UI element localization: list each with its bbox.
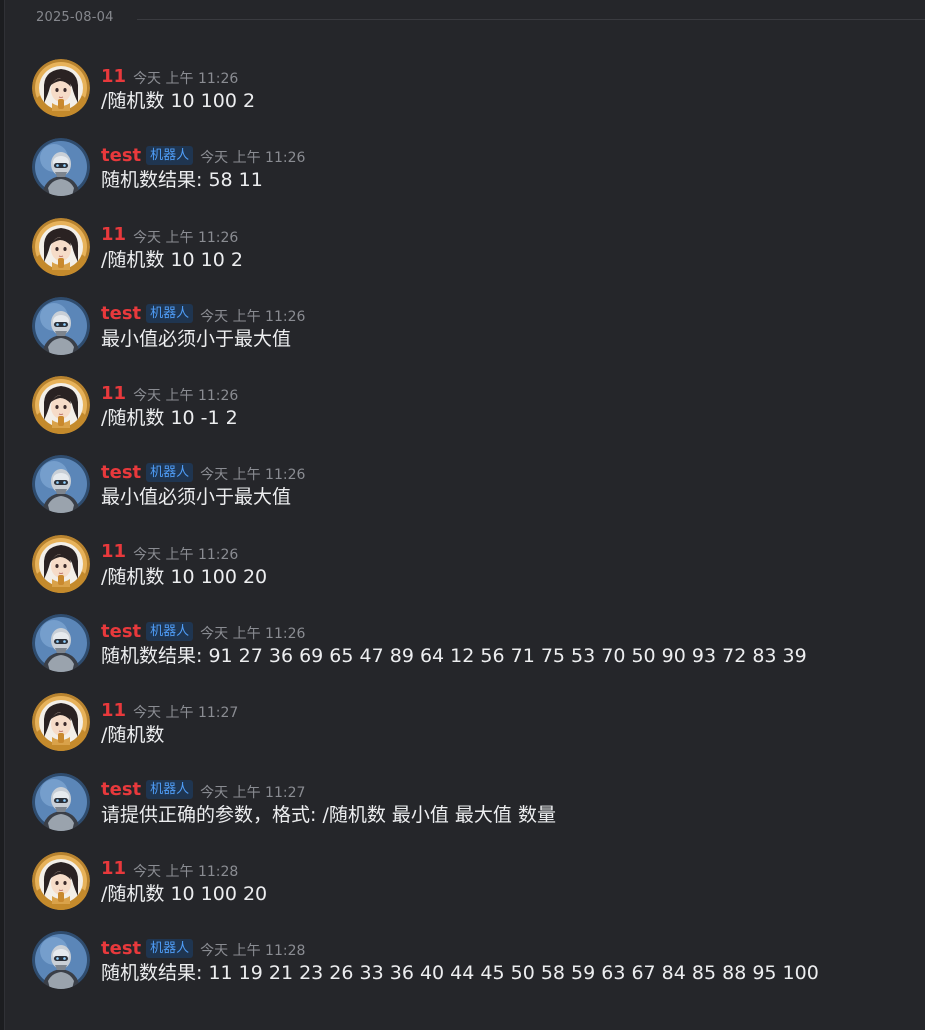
message-header: 11 今天 上午 11:26 xyxy=(101,64,255,88)
robot-avatar-icon[interactable] xyxy=(32,138,90,197)
bot-badge: 机器人 xyxy=(146,304,194,324)
robot-avatar-icon[interactable] xyxy=(32,455,90,514)
robot-avatar-icon[interactable] xyxy=(32,296,90,355)
bot-badge: 机器人 xyxy=(146,145,194,165)
message-list: 11 今天 上午 11:26/随机数 10 100 2 test 机器人 今天 上午 … xyxy=(5,48,925,1000)
author-name[interactable]: 11 xyxy=(101,541,126,562)
message-text: 最小值必须小于最大值 xyxy=(101,327,292,350)
message-timestamp: 今天 上午 11:27 xyxy=(200,784,306,801)
message-timestamp: 今天 上午 11:26 xyxy=(133,546,239,563)
author-name[interactable]: 11 xyxy=(101,700,126,721)
message-item: 11 今天 上午 11:26/随机数 10 100 20 xyxy=(5,524,925,603)
author-name[interactable]: 11 xyxy=(101,383,126,404)
message-timestamp: 今天 上午 11:26 xyxy=(133,71,239,87)
message-item: test 机器人 今天 上午 11:26 最小值必须小于最大值 xyxy=(5,444,925,523)
message-item: 11 今天 上午 11:27/随机数 xyxy=(5,682,925,761)
message-text: /随机数 10 100 20 xyxy=(101,565,268,588)
author-name[interactable]: test xyxy=(101,145,141,166)
author-name[interactable]: test xyxy=(101,621,141,642)
message-content: 11 今天 上午 11:26/随机数 10 100 20 xyxy=(101,540,267,590)
author-name[interactable]: test xyxy=(101,938,141,959)
message-item: test 机器人 今天 上午 11:26 随机数结果: 58 11 xyxy=(5,127,925,206)
message-item: 11 今天 上午 11:28/随机数 10 100 20 xyxy=(5,841,925,920)
message-item: test 机器人 今天 上午 11:27 请提供正确的参数，格式: /随机数 最小值 … xyxy=(5,762,925,841)
message-header: test 机器人 今天 上午 11:28 xyxy=(101,936,819,960)
message-timestamp: 今天 上午 11:26 xyxy=(200,308,306,325)
message-header: test 机器人 今天 上午 11:26 xyxy=(101,460,305,484)
message-content: test 机器人 今天 上午 11:26 随机数结果: 91 27 36 69 65 … xyxy=(101,619,807,669)
message-header: 11 今天 上午 11:26 xyxy=(101,223,243,247)
bot-badge: 机器人 xyxy=(146,462,194,482)
message-content: 11 今天 上午 11:28/随机数 10 100 20 xyxy=(101,857,267,907)
message-text: /随机数 10 -1 2 xyxy=(101,407,238,430)
message-item: test 机器人 今天 上午 11:26 随机数结果: 91 27 36 69 65 … xyxy=(5,603,925,682)
message-timestamp: 今天 上午 11:26 xyxy=(133,229,239,246)
author-name[interactable]: 11 xyxy=(101,224,126,245)
message-timestamp: 今天 上午 11:28 xyxy=(133,863,239,880)
message-content: test 机器人 今天 上午 11:26 随机数结果: 58 11 xyxy=(101,143,305,193)
user-avatar-icon[interactable] xyxy=(32,851,90,910)
message-header: test 机器人 今天 上午 11:26 xyxy=(101,619,807,643)
message-text: /随机数 xyxy=(101,724,165,747)
message-text: /随机数 10 10 2 xyxy=(101,248,243,271)
message-item: test 机器人 今天 上午 11:26 最小值必须小于最大值 xyxy=(5,286,925,365)
message-header: test 机器人 今天 上午 11:27 xyxy=(101,778,556,802)
message-item: 11 今天 上午 11:26/随机数 10 100 2 xyxy=(5,48,925,127)
user-avatar-icon[interactable] xyxy=(32,693,90,752)
message-text: /随机数 10 100 2 xyxy=(101,90,256,112)
message-timestamp: 今天 上午 11:26 xyxy=(133,388,239,405)
author-name[interactable]: test xyxy=(101,303,141,324)
author-name[interactable]: test xyxy=(101,462,141,483)
message-header: 11 今天 上午 11:27 xyxy=(101,698,238,722)
bot-badge: 机器人 xyxy=(146,621,194,641)
message-item: 11 今天 上午 11:26/随机数 10 -1 2 xyxy=(5,365,925,444)
robot-avatar-icon[interactable] xyxy=(32,772,90,831)
message-content: test 机器人 今天 上午 11:26 最小值必须小于最大值 xyxy=(101,460,305,510)
message-header: test 机器人 今天 上午 11:26 xyxy=(101,302,305,326)
message-header: 11 今天 上午 11:26 xyxy=(101,540,267,564)
message-text: 最小值必须小于最大值 xyxy=(101,486,292,509)
message-header: test 机器人 今天 上午 11:26 xyxy=(101,143,305,167)
date-divider: 2025-08-04 xyxy=(5,0,925,38)
user-avatar-icon[interactable] xyxy=(32,59,90,117)
bot-badge: 机器人 xyxy=(146,780,194,800)
message-timestamp: 今天 上午 11:26 xyxy=(200,467,306,484)
robot-avatar-icon[interactable] xyxy=(32,931,90,990)
message-content: test 机器人 今天 上午 11:26 最小值必须小于最大值 xyxy=(101,302,305,352)
message-item: 11 今天 上午 11:26/随机数 10 10 2 xyxy=(5,207,925,286)
author-name[interactable]: 11 xyxy=(101,858,126,879)
chat-panel: 2025-08-04 11 今天 上午 11:26/随机数 10 100 2 te… xyxy=(4,0,925,1030)
message-text: 随机数结果: 91 27 36 69 65 47 89 64 12 56 71 … xyxy=(101,645,807,668)
message-text: 随机数结果: 58 11 xyxy=(101,169,263,192)
message-content: 11 今天 上午 11:27/随机数 xyxy=(101,698,238,748)
user-avatar-icon[interactable] xyxy=(32,217,90,276)
message-header: 11 今天 上午 11:26 xyxy=(101,381,238,405)
author-name[interactable]: 11 xyxy=(101,66,126,87)
message-text: /随机数 10 100 20 xyxy=(101,882,268,905)
author-name[interactable]: test xyxy=(101,779,141,800)
message-timestamp: 今天 上午 11:26 xyxy=(200,626,306,643)
bot-badge: 机器人 xyxy=(146,938,194,958)
message-content: test 机器人 今天 上午 11:27 请提供正确的参数，格式: /随机数 最小值 … xyxy=(101,778,556,828)
message-timestamp: 今天 上午 11:26 xyxy=(200,150,306,167)
message-timestamp: 今天 上午 11:28 xyxy=(200,943,306,960)
user-avatar-icon[interactable] xyxy=(32,376,90,435)
message-text: 随机数结果: 11 19 21 23 26 33 36 40 44 45 50 … xyxy=(101,962,819,985)
robot-avatar-icon[interactable] xyxy=(32,614,90,673)
message-header: 11 今天 上午 11:28 xyxy=(101,857,267,881)
message-content: 11 今天 上午 11:26/随机数 10 10 2 xyxy=(101,223,243,273)
message-item: test 机器人 今天 上午 11:28 随机数结果: 11 19 21 23 26 … xyxy=(5,920,925,999)
message-timestamp: 今天 上午 11:27 xyxy=(133,705,239,722)
divider-line xyxy=(137,19,925,20)
date-label: 2025-08-04 xyxy=(36,10,114,25)
message-content: 11 今天 上午 11:26/随机数 10 100 2 xyxy=(101,64,255,114)
user-avatar-icon[interactable] xyxy=(32,534,90,593)
message-text: 请提供正确的参数，格式: /随机数 最小值 最大值 数量 xyxy=(101,803,556,826)
message-content: 11 今天 上午 11:26/随机数 10 -1 2 xyxy=(101,381,238,431)
message-content: test 机器人 今天 上午 11:28 随机数结果: 11 19 21 23 26 … xyxy=(101,936,819,986)
